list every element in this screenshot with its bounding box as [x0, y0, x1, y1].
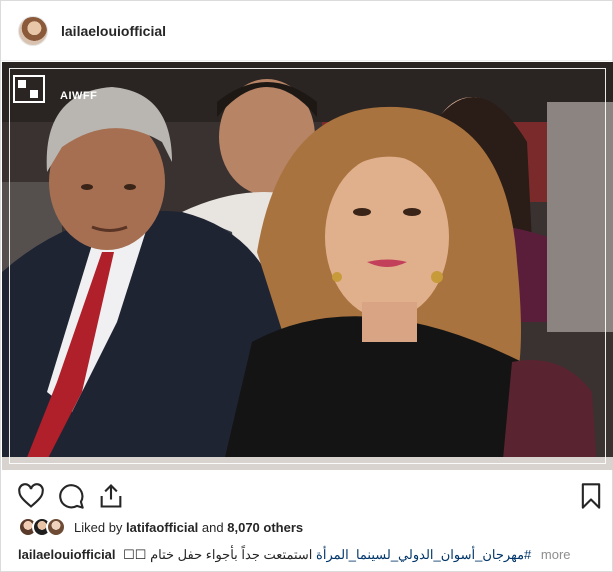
heart-icon[interactable]: [17, 482, 45, 510]
header-username[interactable]: lailaelouiofficial: [61, 23, 166, 39]
liker-avatar[interactable]: [46, 517, 66, 537]
liked-by-user[interactable]: latifaofficial: [126, 520, 198, 535]
festival-logo-icon: [13, 75, 45, 103]
action-bar: [1, 479, 612, 513]
comment-icon[interactable]: [57, 482, 85, 510]
festival-logo-text: AIWFF: [60, 90, 98, 102]
post-card: lailaelouiofficial AIWFF Liked by latifa…: [0, 0, 613, 572]
post-header: lailaelouiofficial: [1, 1, 612, 61]
profile-avatar[interactable]: [18, 16, 48, 46]
likes-text: Liked by latifaofficial and 8,070 others: [74, 520, 303, 535]
caption-body: استمتعت جداً بأجواء حفل ختام: [150, 547, 313, 562]
caption-emoji: ☐☐: [123, 547, 147, 562]
caption-more-link[interactable]: more: [541, 547, 571, 562]
likes-row: Liked by latifaofficial and 8,070 others: [18, 516, 303, 538]
post-photo[interactable]: AIWFF: [2, 62, 613, 470]
caption-username[interactable]: lailaelouiofficial: [18, 547, 116, 562]
photo-scene: [2, 62, 613, 470]
likes-prefix: Liked by: [74, 519, 123, 535]
festival-logo: AIWFF: [12, 72, 97, 112]
caption-text: #مهرجان_أسوان_الدولي_لسينما_المرأة استمت…: [123, 547, 531, 562]
caption: lailaelouiofficial #مهرجان_أسوان_الدولي_…: [18, 547, 608, 567]
caption-hashtag[interactable]: #مهرجان_أسوان_الدولي_لسينما_المرأة: [316, 547, 531, 562]
likes-middle: and: [201, 519, 224, 535]
likes-count[interactable]: 8,070 others: [227, 520, 303, 535]
bookmark-icon[interactable]: [577, 482, 605, 510]
share-icon[interactable]: [97, 482, 125, 510]
